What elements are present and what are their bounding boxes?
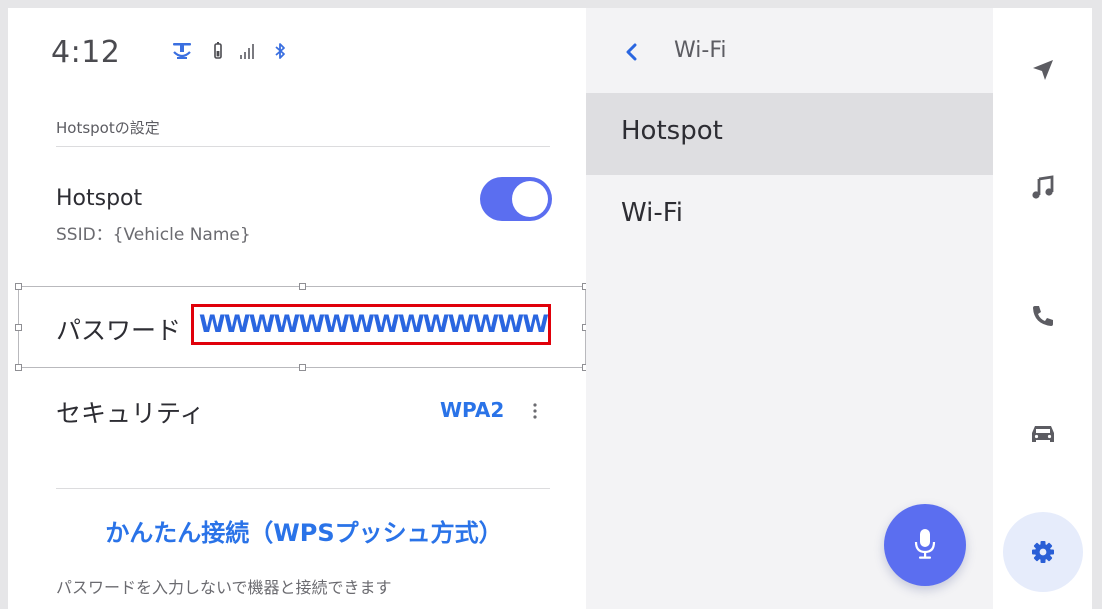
chevron-left-icon (626, 43, 637, 61)
microphone-icon (914, 529, 936, 559)
menu-item-label: Wi-Fi (621, 198, 684, 228)
bluetooth-icon (275, 43, 285, 59)
wifi-menu-panel: Wi-Fi Hotspot Wi-Fi (586, 8, 993, 609)
menu-item-wifi[interactable]: Wi-Fi (586, 175, 993, 257)
password-label: パスワード (56, 316, 182, 345)
wps-connect-button[interactable]: かんたん接続（WPSプッシュ方式） (56, 513, 552, 549)
selection-handle[interactable] (15, 324, 22, 331)
section-label: Hotspotの設定 (56, 119, 160, 137)
security-label: セキュリティ (56, 399, 205, 428)
wps-divider (56, 488, 550, 489)
back-label: Wi-Fi (674, 38, 727, 63)
more-options-icon[interactable] (528, 400, 542, 422)
hotspot-ssid: SSID：{Vehicle Name} (56, 225, 251, 245)
rail-navigation[interactable] (1003, 30, 1083, 110)
hotspot-settings-panel: 4:12 Hotspotの設定 Hotspot SSID：{Vehicle Na… (8, 8, 589, 609)
music-icon (1032, 175, 1054, 199)
section-divider (56, 146, 550, 147)
phone-icon (1033, 306, 1053, 326)
password-value: WWWWWWWWWWWWWWW (199, 310, 551, 338)
rail-settings[interactable] (1003, 512, 1083, 592)
voice-button[interactable] (884, 504, 966, 586)
selection-handle[interactable] (299, 364, 306, 371)
security-value[interactable]: WPA2 (440, 398, 504, 422)
nav-rail (993, 8, 1092, 609)
settings-icon (1032, 541, 1054, 563)
toggle-knob (512, 181, 548, 217)
rail-phone[interactable] (1003, 276, 1083, 356)
navigation-icon (1033, 60, 1053, 80)
signal-icon (240, 44, 254, 59)
hotspot-title: Hotspot (56, 186, 143, 211)
rail-music[interactable] (1003, 148, 1083, 228)
battery-icon (214, 42, 222, 59)
status-bar: 4:12 (8, 8, 586, 88)
hotspot-toggle[interactable] (480, 177, 552, 221)
back-button[interactable]: Wi-Fi (586, 28, 993, 78)
password-field[interactable]: WWWWWWWWWWWWWWW (191, 304, 551, 345)
menu-item-label: Hotspot (621, 116, 723, 146)
selection-handle[interactable] (299, 283, 306, 290)
wps-note: パスワードを入力しないで機器と接続できます (56, 578, 392, 597)
rail-vehicle[interactable] (1003, 393, 1083, 473)
selection-handle[interactable] (15, 283, 22, 290)
menu-item-hotspot[interactable]: Hotspot (586, 93, 993, 175)
screen: 4:12 Hotspotの設定 Hotspot SSID：{Vehicle Na… (8, 8, 1092, 609)
selection-handle[interactable] (15, 364, 22, 371)
car-icon (1032, 426, 1054, 442)
clock: 4:12 (51, 35, 121, 70)
connectivity-icon (173, 43, 191, 59)
